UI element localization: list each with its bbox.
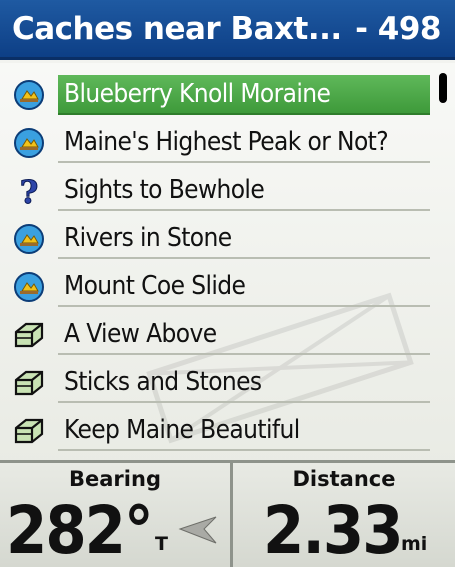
list-item-label: Rivers in Stone	[58, 219, 430, 259]
traditional-cache-icon	[0, 311, 58, 359]
bearing-label: Bearing	[69, 467, 161, 491]
direction-arrow-icon	[178, 516, 217, 544]
page-title: Caches near Baxt...	[12, 10, 342, 47]
bearing-value: 282°	[6, 492, 154, 567]
distance-field[interactable]: Distance 2.33 mi	[233, 463, 455, 567]
list-item-label: Blueberry Knoll Moraine	[58, 75, 430, 115]
scrollbar-thumb[interactable]	[439, 73, 447, 103]
bearing-field[interactable]: Bearing 282° T	[0, 463, 233, 567]
distance-label: Distance	[292, 467, 396, 491]
mystery-cache-icon: ?	[0, 167, 58, 215]
distance-value: 2.33	[263, 492, 404, 567]
svg-text:?: ?	[20, 173, 39, 209]
distance-unit: mi	[401, 533, 428, 555]
list-item-label: Sights to Bewhole	[58, 171, 430, 211]
bearing-unit: T	[155, 533, 168, 555]
list-item-label: Keep Maine Beautiful	[58, 411, 430, 451]
list-item[interactable]: Mount Coe Slide	[0, 263, 436, 311]
list-item[interactable]: Keep Maine Beautiful	[0, 407, 436, 455]
earthcache-icon	[0, 119, 58, 167]
cache-list[interactable]: Blueberry Knoll Moraine Maine's Highest …	[0, 63, 455, 460]
earthcache-icon	[0, 263, 58, 311]
traditional-cache-icon	[0, 359, 58, 407]
list-item[interactable]: Rivers in Stone	[0, 215, 436, 263]
cache-list-screen: Caches near Baxt... - 498 Blueberry Knol…	[0, 0, 455, 567]
list-item[interactable]: ? Sights to Bewhole	[0, 167, 436, 215]
traditional-cache-icon	[0, 407, 58, 455]
earthcache-icon	[0, 215, 58, 263]
list-item-label: Mount Coe Slide	[58, 267, 430, 307]
list-item[interactable]: Maine's Highest Peak or Not?	[0, 119, 436, 167]
list-item-label: Maine's Highest Peak or Not?	[58, 123, 430, 163]
list-item-label: A View Above	[58, 315, 430, 355]
list-item-label: Sticks and Stones	[58, 363, 430, 403]
earthcache-icon	[0, 71, 58, 119]
data-fields: Bearing 282° T Distance 2.33 mi	[0, 460, 455, 567]
cache-count: - 498	[355, 10, 441, 47]
list-item[interactable]: Sticks and Stones	[0, 359, 436, 407]
title-bar: Caches near Baxt... - 498	[0, 0, 455, 60]
list-item[interactable]: Blueberry Knoll Moraine	[0, 71, 436, 119]
list-item[interactable]: A View Above	[0, 311, 436, 359]
